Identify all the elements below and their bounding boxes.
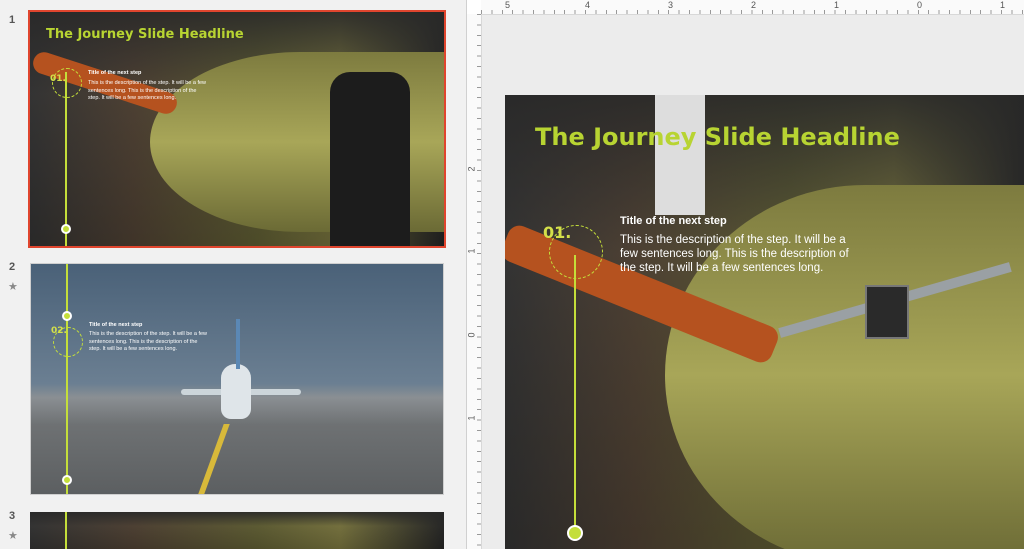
timeline-line — [65, 72, 67, 246]
slide-number-2: 2 — [9, 261, 16, 273]
step-title[interactable]: Title of the next step — [620, 215, 727, 227]
animation-star-icon: ★ — [8, 530, 18, 542]
ruler-label: 2 — [466, 166, 477, 172]
worker-image — [330, 72, 410, 246]
timeline-dot — [62, 475, 72, 485]
ruler-label: 1 — [1000, 0, 1006, 10]
timeline-dot — [62, 311, 72, 321]
slide-headline[interactable]: The Journey Slide Headline — [535, 123, 900, 151]
main-slide[interactable]: The Journey Slide Headline 01. Title of … — [505, 95, 1024, 549]
step-title: Title of the next step — [88, 70, 142, 76]
ruler-label: 0 — [917, 0, 923, 10]
ruler-label: 3 — [668, 0, 674, 10]
tablet-device-image — [865, 285, 909, 339]
vertical-ruler[interactable]: 2 1 0 1 — [467, 14, 482, 549]
slide-thumbnail-2[interactable]: 02. Title of the next step This is the d… — [30, 263, 444, 495]
timeline-dot — [567, 525, 583, 541]
airplane-tail-image — [236, 319, 240, 369]
step-number: 02. — [51, 326, 67, 336]
horizontal-ruler[interactable]: 5 4 3 2 1 0 1 — [481, 0, 1024, 15]
step-title: Title of the next step — [89, 322, 143, 328]
ruler-label: 0 — [466, 332, 477, 338]
timeline-line — [65, 512, 67, 549]
step-description[interactable]: This is the description of the step. It … — [620, 233, 855, 275]
timeline-line — [574, 255, 576, 533]
timeline-line — [66, 264, 68, 494]
slide-thumbnail-1[interactable]: The Journey Slide Headline 01. Title of … — [28, 10, 446, 248]
ruler-ticks — [481, 10, 1024, 14]
step-number: 01. — [50, 74, 66, 84]
step-description: This is the description of the step. It … — [89, 331, 208, 352]
ruler-label: 2 — [751, 0, 757, 10]
ruler-ticks — [477, 14, 481, 549]
slide-thumbnail-pane[interactable]: 1 The Journey Slide Headline 01. Title o… — [0, 0, 466, 549]
banner-image — [655, 95, 705, 215]
factory-background-image — [30, 512, 444, 549]
animation-star-icon: ★ — [8, 281, 18, 293]
ruler-label: 5 — [505, 0, 511, 10]
timeline-dot — [61, 224, 71, 234]
ruler-label: 1 — [466, 415, 477, 421]
slide-1-headline: The Journey Slide Headline — [46, 27, 244, 42]
step-description: This is the description of the step. It … — [88, 80, 207, 101]
ruler-label: 1 — [466, 248, 477, 254]
slide-thumbnail-3[interactable] — [30, 512, 444, 549]
slide-number-3: 3 — [9, 510, 16, 522]
step-number[interactable]: 01. — [543, 223, 571, 242]
ruler-label: 4 — [585, 0, 591, 10]
ruler-label: 1 — [834, 0, 840, 10]
slide-number-1: 1 — [9, 14, 16, 26]
airplane-fuselage-image — [221, 364, 251, 419]
